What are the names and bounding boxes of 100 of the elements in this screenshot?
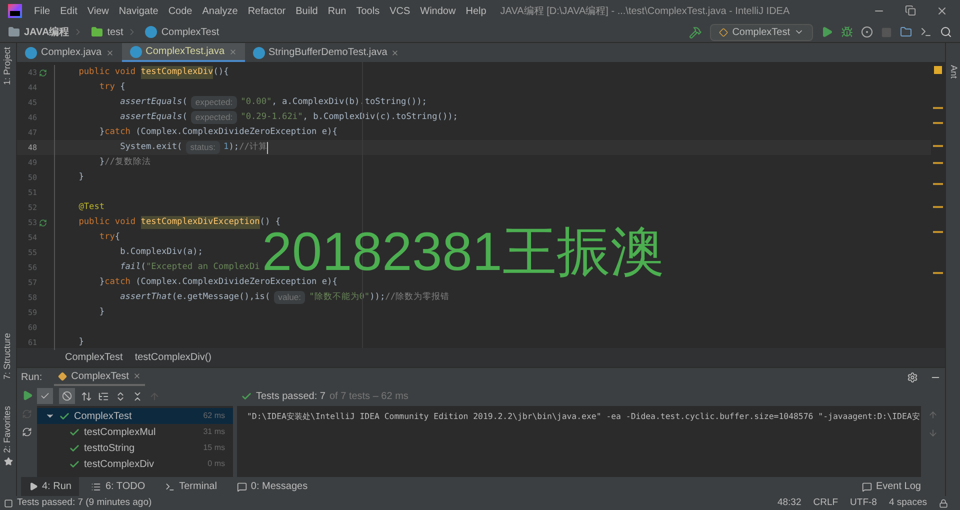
- code-token: catch: [104, 126, 132, 139]
- build-icon[interactable]: [689, 26, 702, 38]
- sort-duration-icon[interactable]: [98, 390, 109, 402]
- tool-window-tab[interactable]: Ant: [946, 65, 960, 79]
- breadcrumb-item[interactable]: ComplexTest: [65, 350, 123, 365]
- code-editor[interactable]: [17, 62, 945, 348]
- editor-tab[interactable]: Complex.java: [17, 43, 122, 62]
- menu-item[interactable]: Window: [420, 4, 456, 18]
- editor-tab[interactable]: StringBufferDemoTest.java: [244, 43, 408, 62]
- code-token: fail: [119, 261, 141, 274]
- restore-icon[interactable]: [905, 5, 916, 16]
- show-ignored-icon[interactable]: [62, 391, 72, 401]
- test-tree-item[interactable]: testComplexMul 31 ms: [37, 424, 233, 440]
- editor-tab[interactable]: ComplexTest.java: [122, 43, 245, 62]
- code-token: @Test: [78, 201, 105, 214]
- code-token: }: [78, 171, 84, 184]
- settings-icon[interactable]: [907, 372, 918, 382]
- window-title: JAVA编程 [D:\JAVA编程] - ...\test\ComplexTest.java - IntelliJ IDEA: [500, 4, 790, 18]
- navigation-crumb[interactable]: test: [107, 24, 124, 40]
- test-tree-item[interactable]: testtoString 15 ms: [37, 440, 233, 456]
- code-token: assertEquals: [119, 96, 182, 109]
- expand-all-icon[interactable]: [115, 390, 126, 402]
- class-icon: [252, 46, 265, 58]
- menu-item[interactable]: Edit: [60, 4, 78, 18]
- test-time: 31 ms: [203, 426, 225, 438]
- status-item[interactable]: UTF-8: [850, 496, 877, 510]
- close-icon[interactable]: [132, 372, 141, 380]
- code-token: {: [114, 231, 120, 244]
- app-logo-icon: [8, 4, 22, 18]
- menu-item[interactable]: View: [87, 4, 109, 18]
- run-test-icon[interactable]: [39, 68, 47, 76]
- run-icon[interactable]: [821, 26, 833, 38]
- class-icon: [130, 46, 142, 58]
- menu-item[interactable]: Analyze: [202, 4, 238, 18]
- tool-window-tab[interactable]: 2: Favorites: [1, 406, 15, 453]
- test-tree-item[interactable]: testComplexDiv 0 ms: [37, 456, 233, 472]
- check-icon: [69, 442, 80, 454]
- code-token: }: [98, 156, 105, 169]
- close-icon[interactable]: [228, 48, 237, 56]
- status-item[interactable]: CRLF: [813, 496, 838, 510]
- collapse-all-icon[interactable]: [132, 390, 143, 402]
- status-icon: [4, 498, 13, 508]
- menu-item[interactable]: Build: [296, 4, 318, 18]
- run-configuration-dropdown[interactable]: ComplexTest: [710, 24, 813, 40]
- menu-item[interactable]: Refactor: [248, 4, 286, 18]
- tool-window-button[interactable]: 0: Messages: [228, 477, 316, 496]
- menu-item[interactable]: Help: [466, 4, 486, 18]
- tool-window-tab[interactable]: 7: Structure: [1, 333, 15, 380]
- test-name: testComplexMul: [84, 426, 157, 440]
- star-icon: [4, 456, 12, 466]
- test-time: 0 ms: [208, 458, 225, 470]
- lock-icon[interactable]: [939, 498, 948, 508]
- rerun-icon[interactable]: [22, 390, 32, 401]
- debug-icon[interactable]: [841, 26, 853, 38]
- breadcrumb-item[interactable]: testComplexDiv(): [134, 350, 212, 365]
- menu-item[interactable]: File: [34, 4, 50, 18]
- project-folder-icon: [8, 26, 20, 38]
- text-cursor: [267, 142, 268, 154]
- event-log-button[interactable]: Event Log: [862, 479, 921, 494]
- test-name: testComplexDiv: [84, 458, 156, 472]
- terminal-icon: [165, 482, 176, 492]
- check-icon: [69, 426, 80, 438]
- navigation-crumb[interactable]: ComplexTest: [161, 24, 220, 40]
- code-token: (: [182, 111, 188, 124]
- list-icon: [91, 482, 102, 492]
- status-item[interactable]: 48:32: [777, 496, 802, 510]
- diamond-icon: [58, 372, 68, 380]
- menu-item[interactable]: Tools: [356, 4, 380, 18]
- search-icon[interactable]: [940, 26, 952, 38]
- close-icon[interactable]: [936, 5, 948, 17]
- close-icon[interactable]: [106, 48, 114, 56]
- run-test-icon[interactable]: [39, 218, 47, 226]
- toggle-auto-test-icon[interactable]: [22, 427, 32, 437]
- navigation-crumb[interactable]: JAVA编程: [24, 24, 70, 40]
- tool-window-button[interactable]: Terminal: [157, 477, 225, 496]
- menu-item[interactable]: Code: [168, 4, 192, 18]
- tool-window-tab[interactable]: 1: Project: [1, 47, 15, 86]
- code-token: (Complex.ComplexDivideZeroException e){: [136, 276, 338, 289]
- coverage-icon[interactable]: [861, 26, 873, 38]
- show-passed-icon[interactable]: [40, 391, 50, 401]
- menu-item[interactable]: VCS: [390, 4, 410, 18]
- menu-item[interactable]: Run: [328, 4, 346, 18]
- diamond-icon: [719, 28, 728, 36]
- code-token: //除数为零报错: [385, 291, 450, 304]
- close-icon[interactable]: [391, 48, 400, 56]
- sort-icon[interactable]: [81, 390, 92, 402]
- code-token: assertThat: [119, 291, 172, 304]
- menu-item[interactable]: Navigate: [118, 4, 158, 18]
- terminal-icon[interactable]: [920, 26, 932, 38]
- run-tab[interactable]: ComplexTest: [54, 368, 145, 386]
- tool-window-button[interactable]: 6: TODO: [83, 477, 154, 496]
- code-token: catch: [104, 276, 132, 289]
- code-token: (e.getMessage(),is(: [172, 291, 270, 304]
- tool-window-button[interactable]: 4: Run: [21, 477, 80, 496]
- status-item[interactable]: 4 spaces: [888, 496, 927, 510]
- message-icon: [236, 482, 247, 492]
- test-tree-item[interactable]: ComplexTest 62 ms: [37, 408, 233, 424]
- test-time: 62 ms: [203, 410, 225, 422]
- code-token: {: [120, 81, 126, 94]
- project-structure-icon[interactable]: [900, 26, 912, 38]
